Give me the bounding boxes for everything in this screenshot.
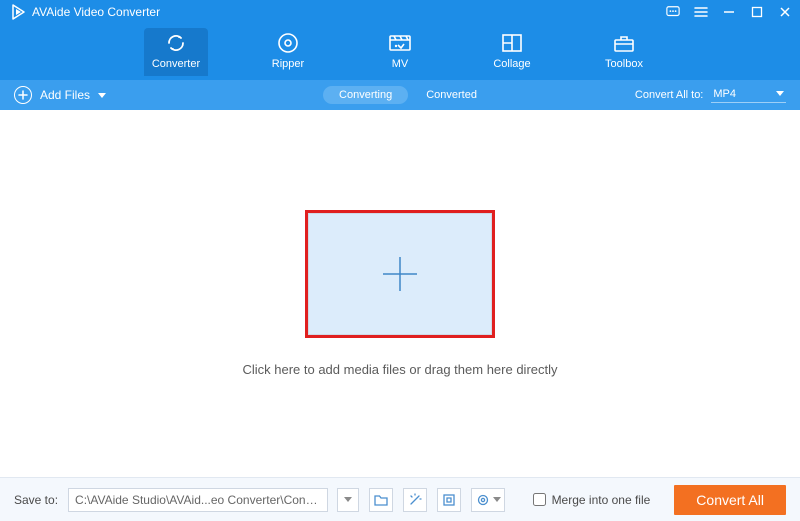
minimize-button[interactable] xyxy=(722,5,736,19)
nav-collage[interactable]: Collage xyxy=(480,28,544,76)
app-title: AVAide Video Converter xyxy=(32,5,160,19)
nav-label: Toolbox xyxy=(605,58,643,70)
converter-icon xyxy=(164,32,188,54)
play-triangle-icon xyxy=(10,4,26,20)
plus-icon xyxy=(377,251,423,297)
add-files-label: Add Files xyxy=(40,88,90,102)
merge-checkbox-input[interactable] xyxy=(533,493,546,506)
open-folder-button[interactable] xyxy=(369,488,393,512)
maximize-button[interactable] xyxy=(750,5,764,19)
window-controls xyxy=(666,5,792,19)
nav-mv[interactable]: MV xyxy=(368,28,432,76)
status-tabs: Converting Converted xyxy=(323,86,477,104)
collage-icon xyxy=(501,33,523,53)
title-bar: AVAide Video Converter xyxy=(0,0,800,24)
top-nav: Converter Ripper MV Collage Toolbox xyxy=(0,24,800,80)
settings-button[interactable] xyxy=(471,488,505,512)
add-files-button[interactable]: Add Files xyxy=(14,86,106,104)
drop-zone[interactable] xyxy=(305,210,495,338)
chevron-down-icon xyxy=(344,497,352,502)
mv-icon xyxy=(388,33,412,53)
nav-label: Ripper xyxy=(272,58,304,70)
chevron-down-icon xyxy=(493,497,501,502)
merge-checkbox[interactable]: Merge into one file xyxy=(533,493,651,507)
bottom-bar: Save to: C:\AVAide Studio\AVAid...eo Con… xyxy=(0,477,800,521)
save-path-dropdown[interactable] xyxy=(337,488,359,512)
format-selected: MP4 xyxy=(713,88,736,100)
format-select[interactable]: MP4 xyxy=(711,88,786,103)
convert-all-label: Convert All to: xyxy=(635,89,703,101)
ripper-icon xyxy=(277,32,299,54)
convert-all-button[interactable]: Convert All xyxy=(674,485,786,515)
toolbar: Add Files Converting Converted Convert A… xyxy=(0,80,800,110)
wand-icon xyxy=(408,493,422,507)
folder-icon xyxy=(374,494,388,506)
plus-circle-icon xyxy=(14,86,32,104)
nav-ripper[interactable]: Ripper xyxy=(256,28,320,76)
merge-label: Merge into one file xyxy=(552,493,651,507)
drop-hint: Click here to add media files or drag th… xyxy=(242,362,557,377)
chevron-down-icon xyxy=(776,91,784,96)
app-logo: AVAide Video Converter xyxy=(10,4,160,20)
nav-toolbox[interactable]: Toolbox xyxy=(592,28,656,76)
compress-button[interactable] xyxy=(437,488,461,512)
compress-icon xyxy=(442,493,456,507)
feedback-icon[interactable] xyxy=(666,5,680,19)
chevron-down-icon xyxy=(98,93,106,98)
menu-icon[interactable] xyxy=(694,5,708,19)
tab-converting[interactable]: Converting xyxy=(323,86,408,104)
gear-icon xyxy=(476,493,490,507)
save-path-value: C:\AVAide Studio\AVAid...eo Converter\Co… xyxy=(75,493,321,507)
convert-all-to: Convert All to: MP4 xyxy=(635,88,786,103)
nav-label: Collage xyxy=(493,58,530,70)
nav-converter[interactable]: Converter xyxy=(144,28,208,76)
nav-label: Converter xyxy=(152,58,200,70)
enhance-button[interactable] xyxy=(403,488,427,512)
save-to-label: Save to: xyxy=(14,493,58,507)
toolbox-icon xyxy=(612,33,636,53)
nav-label: MV xyxy=(392,58,409,70)
save-path-input[interactable]: C:\AVAide Studio\AVAid...eo Converter\Co… xyxy=(68,488,328,512)
main-area: Click here to add media files or drag th… xyxy=(0,110,800,477)
close-button[interactable] xyxy=(778,5,792,19)
tab-converted[interactable]: Converted xyxy=(426,89,477,101)
